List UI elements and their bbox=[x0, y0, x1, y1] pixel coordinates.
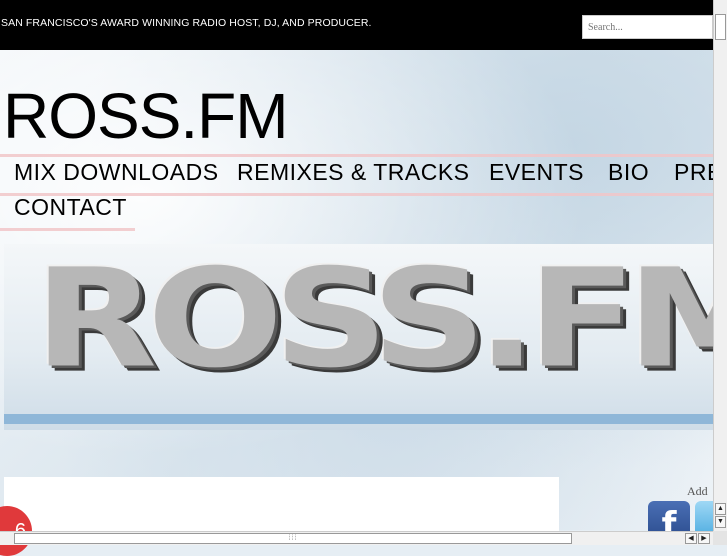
banner-band bbox=[4, 414, 713, 424]
banner-logo: ROSS.FM bbox=[34, 244, 713, 398]
scroll-down-button[interactable]: ▼ bbox=[715, 516, 726, 528]
decorative-stripe bbox=[0, 228, 135, 231]
scroll-up-button[interactable]: ▲ bbox=[715, 503, 726, 515]
search-input[interactable] bbox=[582, 15, 713, 39]
top-bar: SAN FRANCISCO'S AWARD WINNING RADIO HOST… bbox=[0, 0, 713, 50]
horizontal-scroll-thumb[interactable]: ⁞⁞⁞ bbox=[14, 533, 572, 544]
site-title[interactable]: ROSS.FM bbox=[3, 78, 289, 154]
nav-item-remixes-tracks[interactable]: REMIXES & TRACKS bbox=[237, 158, 470, 186]
content-panel bbox=[4, 477, 559, 537]
scrollbar-corner bbox=[713, 531, 727, 545]
scroll-left-button[interactable]: ◀ bbox=[685, 533, 697, 544]
decorative-stripe bbox=[0, 154, 713, 157]
nav-item-events[interactable]: EVENTS bbox=[489, 158, 584, 186]
nav-item-bio[interactable]: BIO bbox=[608, 158, 649, 186]
nav-item-mix-downloads[interactable]: MIX DOWNLOADS bbox=[14, 158, 219, 186]
vertical-scrollbar[interactable]: ▲ ▼ bbox=[713, 0, 727, 531]
scroll-right-button[interactable]: ▶ bbox=[698, 533, 710, 544]
nav-item-contact[interactable]: CONTACT bbox=[14, 193, 127, 221]
vertical-scroll-thumb[interactable] bbox=[715, 14, 726, 40]
sidebar-add-label: Add bbox=[687, 484, 708, 498]
tagline: SAN FRANCISCO'S AWARD WINNING RADIO HOST… bbox=[1, 17, 372, 29]
horizontal-scrollbar[interactable]: ⁞⁞⁞ ◀ ▶ bbox=[0, 531, 713, 545]
header-banner: ROSS.FM bbox=[4, 244, 713, 430]
